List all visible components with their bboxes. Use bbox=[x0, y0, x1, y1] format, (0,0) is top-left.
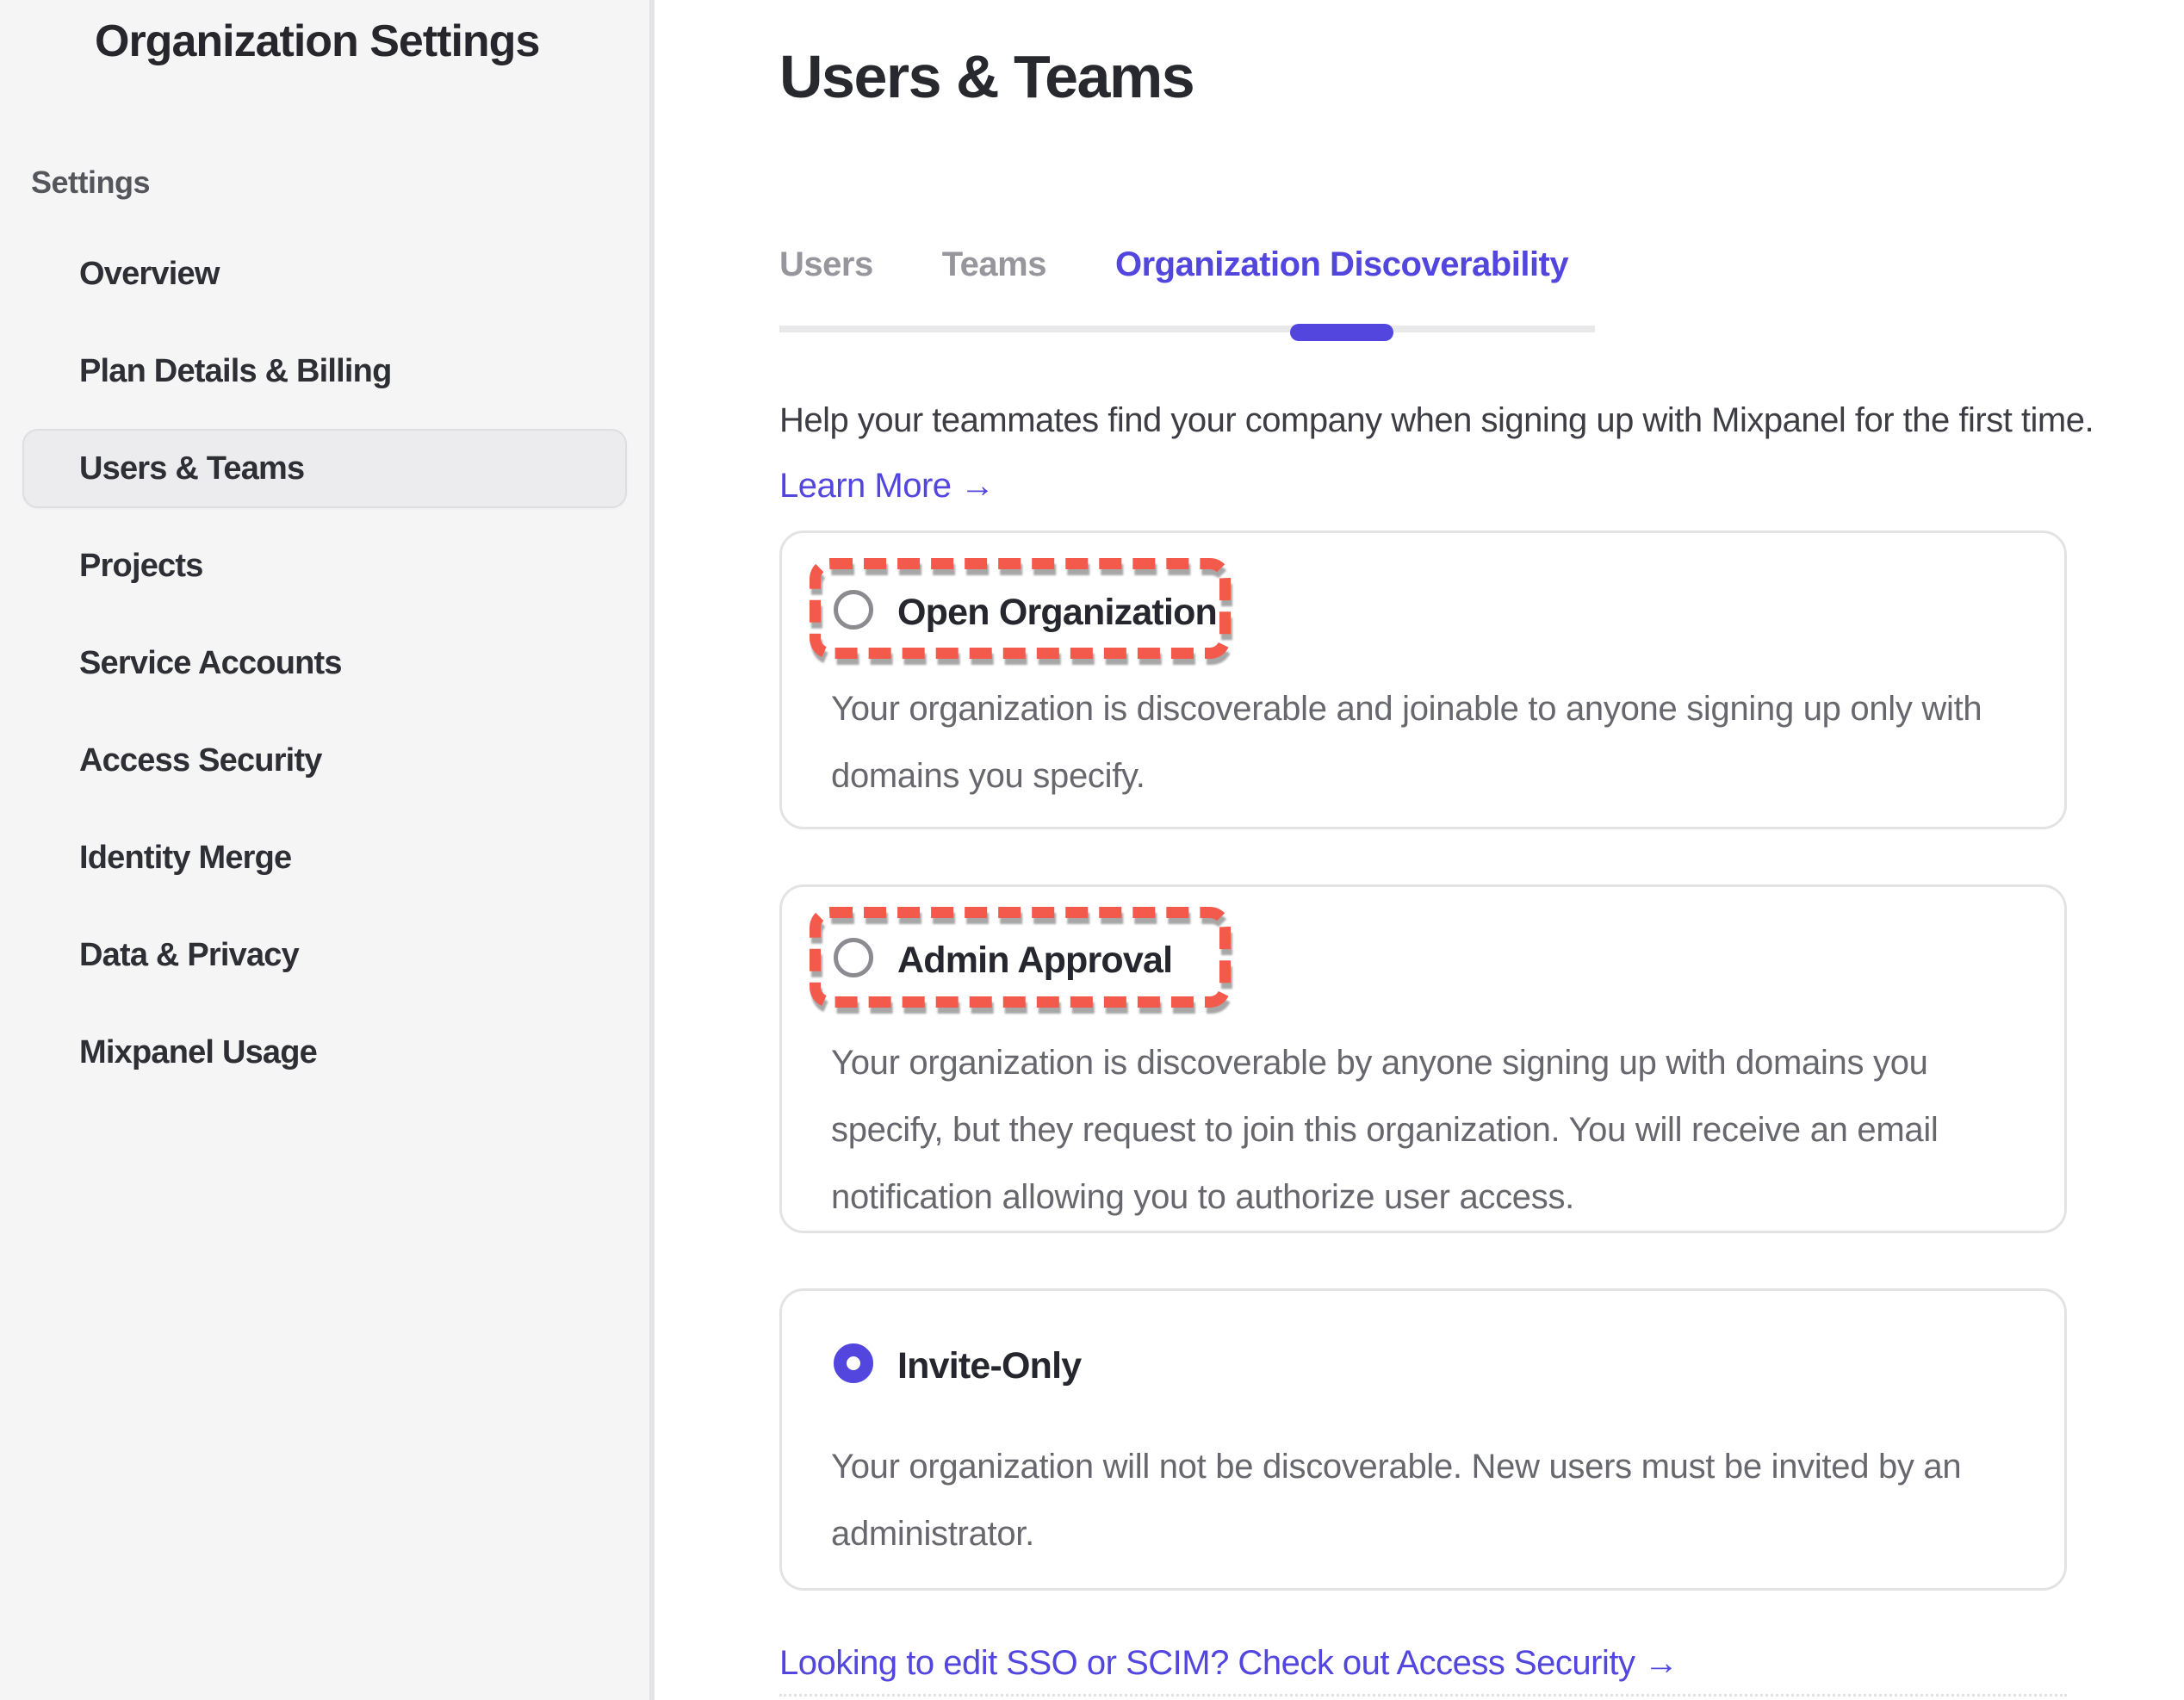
option-card-open-organization: Open Organization Your organization is d… bbox=[779, 530, 2067, 829]
intro-text: Help your teammates find your company wh… bbox=[779, 394, 2184, 446]
tab-organization-discoverability[interactable]: Organization Discoverability bbox=[1115, 243, 1568, 286]
option-label: Invite-Only bbox=[897, 1343, 1081, 1389]
sidebar-item-overview[interactable]: Overview bbox=[0, 226, 649, 323]
sidebar-item-label: Projects bbox=[79, 548, 203, 585]
section-divider bbox=[779, 1694, 2067, 1699]
main-content: Users & Teams Users Teams Organization D… bbox=[655, 0, 2184, 1700]
option-description: Your organization is discoverable and jo… bbox=[831, 675, 2088, 810]
sidebar-item-plan-details-billing[interactable]: Plan Details & Billing bbox=[0, 323, 649, 420]
sidebar-item-mixpanel-usage[interactable]: Mixpanel Usage bbox=[0, 1004, 649, 1101]
sidebar-item-users-teams[interactable]: Users & Teams bbox=[0, 420, 649, 518]
sidebar-item-projects[interactable]: Projects bbox=[0, 518, 649, 615]
sidebar-item-service-accounts[interactable]: Service Accounts bbox=[0, 615, 649, 712]
sidebar-item-label: Data & Privacy bbox=[79, 937, 299, 974]
option-description: Your organization will not be discoverab… bbox=[831, 1433, 2088, 1567]
sidebar-nav: Overview Plan Details & Billing Users & … bbox=[0, 226, 649, 1101]
radio-admin-approval[interactable] bbox=[834, 938, 873, 977]
sidebar-item-access-security[interactable]: Access Security bbox=[0, 712, 649, 810]
sidebar-item-label: Overview bbox=[79, 256, 220, 293]
radio-open-organization[interactable] bbox=[834, 590, 873, 630]
tab-teams[interactable]: Teams bbox=[942, 243, 1046, 286]
radio-invite-only[interactable] bbox=[834, 1343, 873, 1383]
sidebar-section-label: Settings bbox=[0, 162, 649, 203]
sidebar-item-label: Identity Merge bbox=[79, 840, 291, 877]
option-label: Open Organization bbox=[897, 589, 1217, 636]
settings-sidebar: Organization Settings Settings Overview … bbox=[0, 0, 655, 1700]
tab-users[interactable]: Users bbox=[779, 243, 873, 286]
option-label: Admin Approval bbox=[897, 937, 1172, 983]
option-card-invite-only: Invite-Only Your organization will not b… bbox=[779, 1288, 2067, 1591]
organization-settings-page: Organization Settings Settings Overview … bbox=[0, 0, 2184, 1700]
page-title: Users & Teams bbox=[779, 40, 2184, 114]
sidebar-title: Organization Settings bbox=[0, 0, 649, 69]
sidebar-item-label: Access Security bbox=[79, 742, 322, 779]
sidebar-item-identity-merge[interactable]: Identity Merge bbox=[0, 810, 649, 907]
option-description: Your organization is discoverable by any… bbox=[831, 1029, 2088, 1231]
access-security-link[interactable]: Looking to edit SSO or SCIM? Check out A… bbox=[779, 1639, 1678, 1687]
option-card-admin-approval: Admin Approval Your organization is disc… bbox=[779, 884, 2067, 1233]
sidebar-item-label: Service Accounts bbox=[79, 645, 342, 682]
sidebar-item-label: Users & Teams bbox=[79, 450, 304, 487]
sidebar-item-data-privacy[interactable]: Data & Privacy bbox=[0, 907, 649, 1004]
learn-more-link[interactable]: Learn More → bbox=[779, 460, 995, 512]
sidebar-item-label: Plan Details & Billing bbox=[79, 353, 391, 390]
tab-bar: Users Teams Organization Discoverability bbox=[779, 243, 1595, 332]
sidebar-item-label: Mixpanel Usage bbox=[79, 1034, 317, 1071]
